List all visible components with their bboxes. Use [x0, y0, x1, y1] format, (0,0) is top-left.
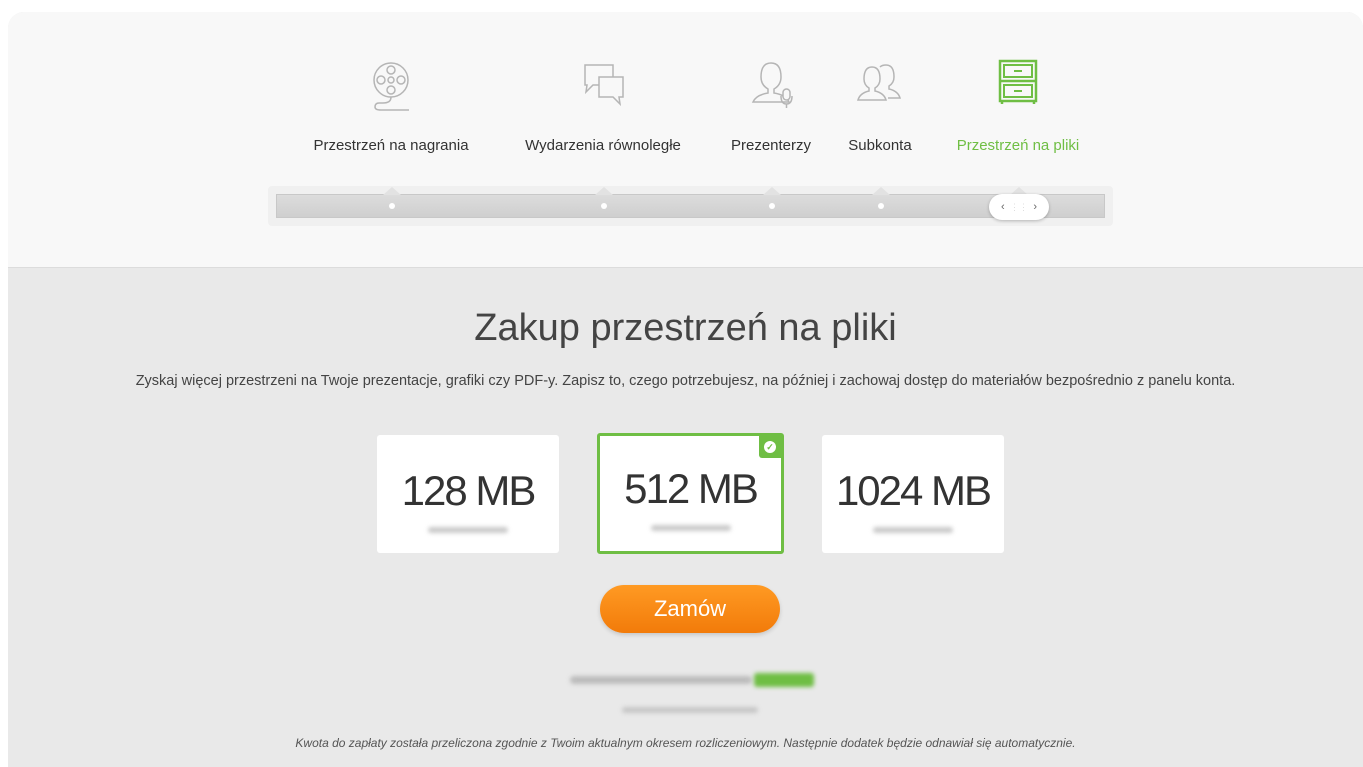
- package-price-blurred: [650, 525, 731, 531]
- slider-dot[interactable]: [769, 203, 775, 209]
- tab-label: Wydarzenia równoległe: [525, 137, 681, 154]
- tab-label: Przestrzeń na nagrania: [313, 137, 469, 154]
- package-price-blurred: [428, 527, 508, 533]
- discount-text-blurred: [570, 676, 752, 684]
- package-size: 1024 MB: [835, 467, 992, 514]
- tab-label: Przestrzeń na pliki: [956, 137, 1080, 154]
- tab-label: Subkonta: [848, 137, 912, 154]
- tab-label: Prezenterzy: [730, 137, 812, 154]
- film-reel-icon: [373, 62, 409, 111]
- package-card-128[interactable]: 128 MB: [377, 435, 559, 553]
- presenter-microphone-icon: [751, 62, 793, 108]
- billing-footnote: Kwota do zapłaty została przeliczona zgo…: [295, 736, 1076, 750]
- chat-bubbles-icon: [584, 64, 624, 107]
- slider-notch: [595, 187, 613, 195]
- slider-notch: [872, 187, 890, 195]
- slider-handle[interactable]: ‹ ⋮⋮ ›: [989, 194, 1049, 220]
- purchase-section: Zakup przestrzeń na pliki Zyskaj więcej …: [8, 269, 1363, 767]
- package-card-512[interactable]: ✓ 512 MB: [597, 433, 784, 554]
- slider-notch: [763, 187, 781, 195]
- slider-track[interactable]: ‹ ⋮⋮ ›: [276, 187, 1105, 220]
- order-button[interactable]: Zamów: [600, 585, 780, 633]
- tab-slider: ‹ ⋮⋮ ›: [268, 186, 1113, 226]
- discount-badge-blurred: [754, 673, 814, 687]
- page-title: Zakup przestrzeń na pliki: [474, 307, 897, 349]
- purchase-panel: Przestrzeń na nagrania Wydarzenia równol…: [8, 12, 1363, 767]
- package-size: 512 MB: [624, 465, 759, 512]
- page-description: Zyskaj więcej przestrzeni na Twoje preze…: [135, 373, 1236, 389]
- grip-icon: ⋮⋮: [1010, 201, 1028, 212]
- slider-dot[interactable]: [601, 203, 607, 209]
- chevron-left-icon: ‹: [1001, 201, 1005, 213]
- slider-dot[interactable]: [878, 203, 884, 209]
- package-size: 128 MB: [401, 467, 537, 514]
- selected-check-icon: ✓: [759, 436, 781, 458]
- package-card-1024[interactable]: 1024 MB: [822, 435, 1004, 553]
- price-note-blurred: [622, 707, 758, 713]
- slider-dot[interactable]: [389, 203, 395, 209]
- slider-notch: [383, 187, 401, 195]
- file-cabinet-icon: [998, 59, 1038, 104]
- chevron-right-icon: ›: [1033, 201, 1037, 213]
- addons-header: Przestrzeń na nagrania Wydarzenia równol…: [8, 12, 1363, 268]
- package-price-blurred: [873, 527, 953, 533]
- users-icon: [857, 64, 901, 101]
